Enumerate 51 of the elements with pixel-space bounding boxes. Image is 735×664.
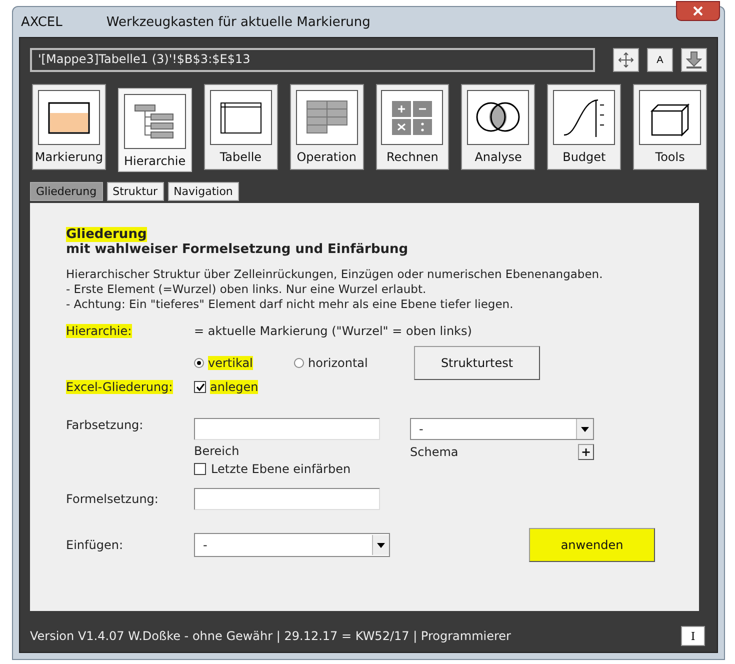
dropdown-icon[interactable] bbox=[581, 426, 589, 432]
panel-heading: Gliederung bbox=[66, 227, 147, 242]
app-name: AXCEL bbox=[21, 14, 62, 30]
range-input[interactable] bbox=[194, 418, 380, 440]
toolbar-button[interactable]: Operation bbox=[290, 84, 364, 170]
radio-label: horizontal bbox=[308, 356, 368, 370]
move-button[interactable] bbox=[613, 48, 639, 72]
toolbar-button[interactable]: Hierarchie bbox=[118, 88, 192, 172]
insert-dropdown[interactable]: - bbox=[194, 533, 390, 557]
scheme-dropdown[interactable]: - bbox=[410, 418, 594, 440]
window-title: Werkzeugkasten für aktuelle Markierung bbox=[106, 14, 370, 30]
checkbox[interactable] bbox=[194, 463, 206, 475]
formula-input[interactable] bbox=[194, 488, 380, 510]
panel-subheading: mit wahlweiser Formelsetzung und Einfärbung bbox=[66, 242, 410, 257]
toolbar-button[interactable]: Markierung bbox=[32, 84, 106, 170]
structure-test-button[interactable]: Strukturtest bbox=[414, 346, 540, 380]
font-button[interactable]: A bbox=[647, 48, 673, 72]
radio-button[interactable] bbox=[194, 358, 204, 368]
download-button[interactable] bbox=[681, 48, 707, 72]
close-button[interactable] bbox=[676, 1, 720, 21]
hierarchy-note: = aktuelle Markierung ("Wurzel" = oben links) bbox=[194, 324, 472, 338]
checkbox-label: anlegen bbox=[210, 380, 258, 394]
description-line: Hierarchischer Struktur über Zelleinrückungen, Einzügen oder numerischen Ebenenangaben. bbox=[66, 267, 604, 282]
tab[interactable]: Navigation bbox=[168, 182, 239, 201]
dropdown-icon[interactable] bbox=[377, 542, 385, 548]
checkbox[interactable] bbox=[194, 381, 206, 393]
add-button[interactable]: + bbox=[578, 444, 594, 460]
status-text: Version V1.4.07 W.Doßke - ohne Gewähr | 29.12.17 = KW52/17 | Programmierer bbox=[30, 629, 511, 643]
field-label: Einfügen: bbox=[66, 538, 124, 552]
info-button[interactable]: I bbox=[681, 626, 705, 646]
description-line: - Erste Element (=Wurzel) oben links. Nur eine Wurzel erlaubt. bbox=[66, 282, 428, 297]
checkbox-label: Letzte Ebene einfärben bbox=[211, 462, 351, 476]
tab[interactable]: Struktur bbox=[106, 182, 164, 201]
tab[interactable]: Gliederung bbox=[30, 182, 103, 201]
field-caption: Schema bbox=[410, 445, 458, 459]
apply-button[interactable]: anwenden bbox=[529, 528, 655, 562]
field-caption: Bereich bbox=[194, 444, 240, 458]
radio-label: vertikal bbox=[208, 356, 253, 370]
field-label: Hierarchie: bbox=[66, 324, 132, 338]
toolbar-button[interactable]: Tools bbox=[633, 84, 707, 170]
toolbar-button[interactable]: Rechnen bbox=[376, 84, 450, 170]
field-label: Excel-Gliederung: bbox=[66, 380, 173, 394]
close-icon bbox=[693, 6, 703, 16]
toolbar-button[interactable]: Budget bbox=[547, 84, 622, 170]
radio-button[interactable] bbox=[294, 358, 304, 368]
toolbar-button[interactable]: Tabelle bbox=[204, 84, 278, 170]
toolbar-button[interactable]: Analyse bbox=[461, 84, 536, 170]
range-field[interactable]: '[Mappe3]Tabelle1 (3)'!$B$3:$E$13 bbox=[30, 48, 595, 72]
description-line: - Achtung: Ein "tieferes" Element darf nicht mehr als eine Ebene tiefer liegen. bbox=[66, 297, 514, 312]
field-label: Formelsetzung: bbox=[66, 492, 160, 506]
field-label: Farbsetzung: bbox=[66, 418, 144, 432]
